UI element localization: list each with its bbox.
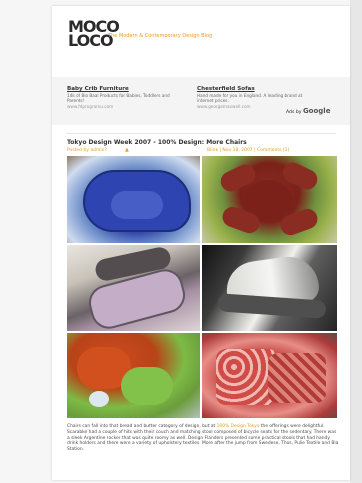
ad-title-1[interactable]: Baby Crib Furniture — [67, 86, 187, 92]
post-body-text-before: Chairs can fall into that bread and butt… — [67, 424, 217, 429]
photo-steel-rocker[interactable] — [202, 245, 337, 331]
post-divider — [66, 133, 336, 134]
ad-1[interactable]: Baby Crib Furniture 14k of Bio Baal Prod… — [67, 86, 187, 109]
site-logo[interactable]: MOCO LOCO — [68, 19, 120, 50]
ad-desc-1: 14k of Bio Baal Products for Babies, Tod… — [67, 93, 170, 104]
photo-blue-chair[interactable] — [67, 156, 200, 243]
ad-url-1[interactable]: www.fdprogramu.com — [67, 104, 187, 109]
photo-upholstery-textiles[interactable] — [202, 333, 337, 418]
page-card: MOCO LOCO The Modern & Contemporary Desi… — [52, 6, 350, 480]
photo-gallery — [67, 156, 337, 418]
ad-band: Baby Crib Furniture 14k of Bio Baal Prod… — [52, 77, 350, 125]
ad-desc-2: Hand made for you in England. A leading … — [197, 93, 303, 104]
post-body: Chairs can fall into that bread and butt… — [67, 424, 339, 453]
ads-by-brand: Google — [302, 107, 331, 115]
logo-line2: LOCO — [68, 31, 114, 50]
post-title[interactable]: Tokyo Design Week 2007 - 100% Design: Mo… — [67, 139, 247, 146]
ads-by-text: Ads by — [286, 110, 302, 115]
ads-by-label[interactable]: Ads by Google — [286, 107, 330, 115]
ad-title-2[interactable]: Chesterfield Sofas — [197, 86, 317, 92]
ad-2[interactable]: Chesterfield Sofas Hand made for you in … — [197, 86, 317, 109]
scrollbar-shade — [350, 0, 362, 483]
photo-orange-stools[interactable] — [67, 333, 200, 418]
post-body-link[interactable]: 100% Design Tokyo — [217, 424, 260, 429]
user-icon: ▲ — [125, 147, 129, 153]
post-author[interactable]: Posted by admin? — [67, 148, 107, 153]
site-tagline: The Modern & Contemporary Design Blog — [108, 33, 213, 39]
post-links[interactable]: Blink | Nov 18, 2007 | Comments (1) — [207, 148, 289, 153]
photo-fabric-chair[interactable] — [67, 245, 200, 331]
photo-bicycle-seat-couch[interactable] — [202, 156, 337, 243]
